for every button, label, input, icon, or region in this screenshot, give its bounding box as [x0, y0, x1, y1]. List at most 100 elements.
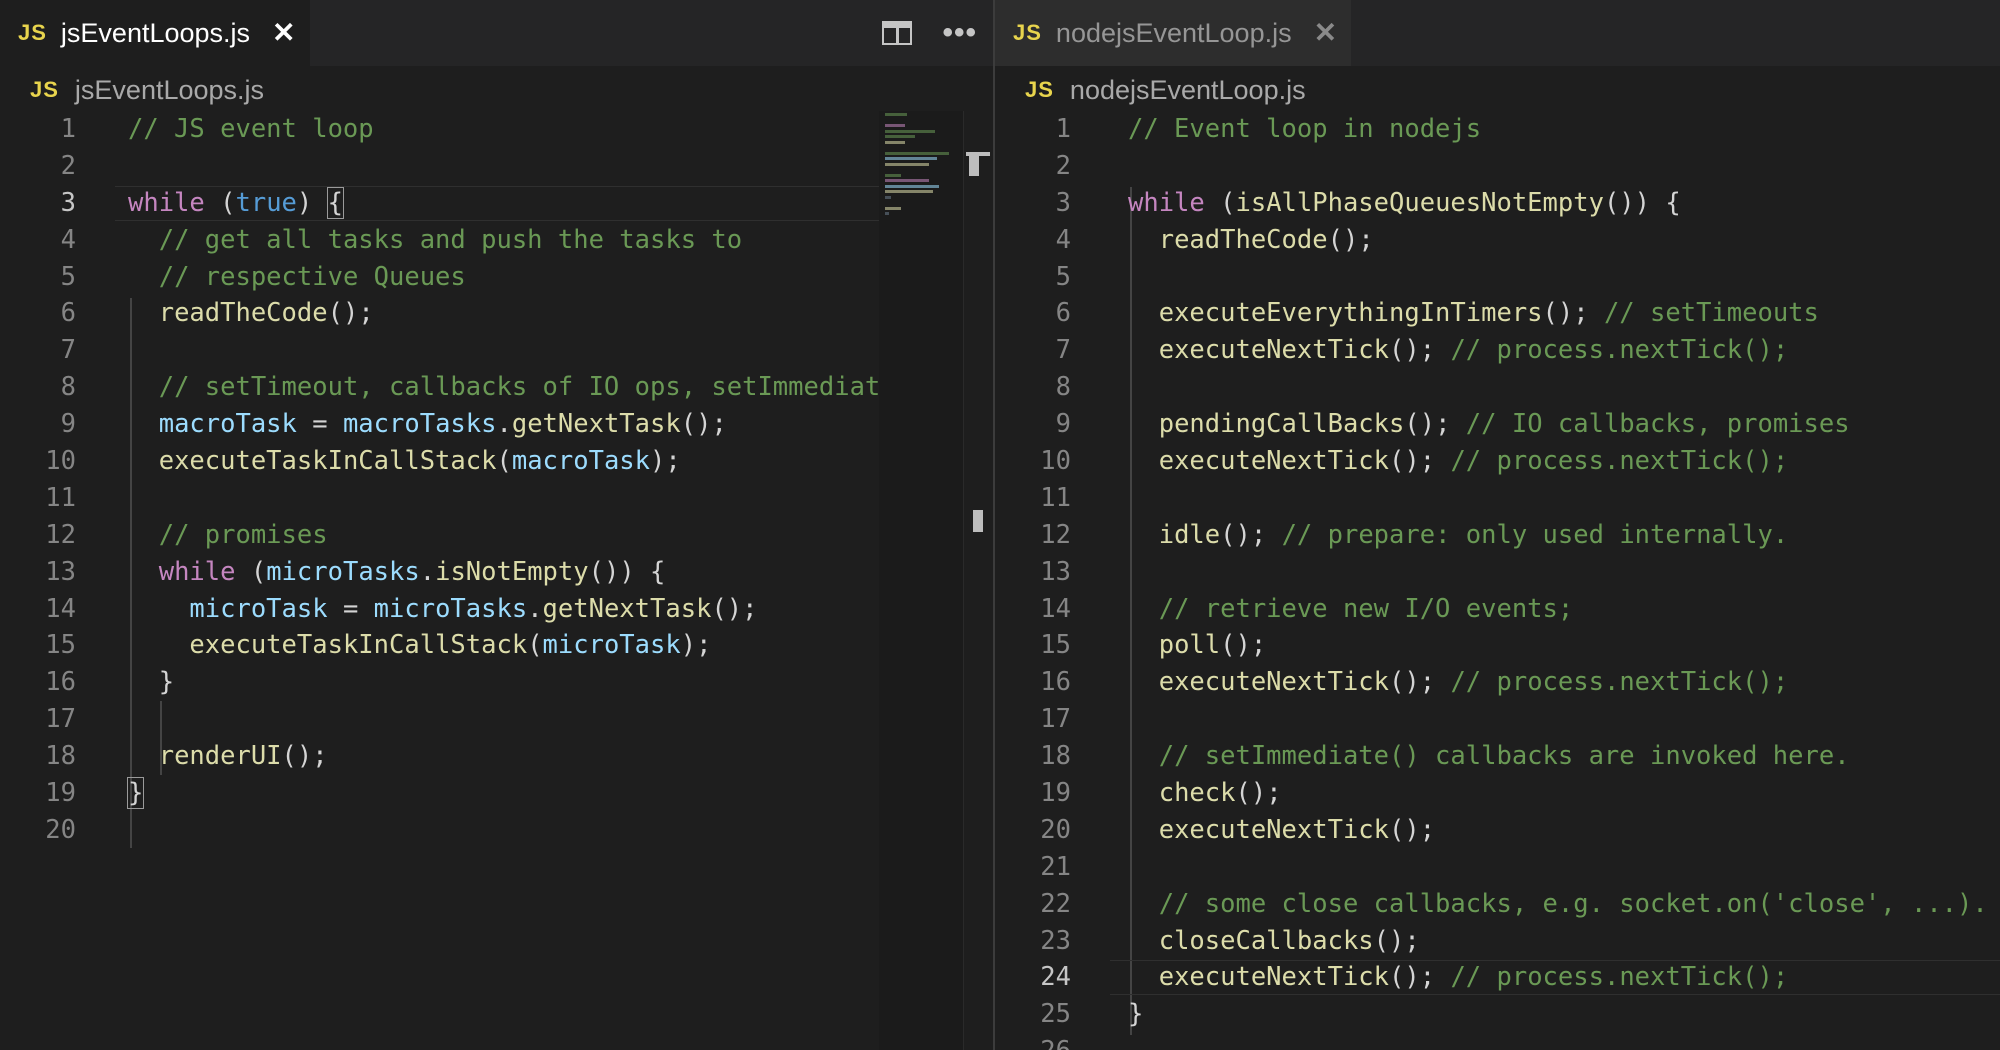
code-punct: .: [527, 593, 543, 624]
line-number: 16: [1040, 667, 1071, 698]
left-editor-group: JS jsEventLoops.js ✕ ••• JS jsEventLoops…: [0, 0, 993, 1050]
code-comment: // IO callbacks, promises: [1465, 409, 1850, 440]
code-function: isAllPhaseQueuesNotEmpty: [1235, 187, 1604, 218]
line-number: 23: [1040, 925, 1071, 956]
scrollbar-thumb[interactable]: [969, 154, 979, 176]
code-line: 21: [995, 849, 2000, 886]
line-number: 13: [1040, 556, 1071, 587]
line-number: 5: [60, 261, 76, 292]
code-punct: }: [1128, 999, 1144, 1030]
close-icon[interactable]: ✕: [272, 19, 295, 47]
line-number: 11: [1040, 482, 1071, 513]
matched-bracket: }: [126, 777, 145, 810]
breadcrumb-file[interactable]: jsEventLoops.js: [75, 75, 264, 106]
code-line: 4 // get all tasks and push the tasks to: [0, 222, 993, 259]
matched-bracket: {: [326, 186, 345, 219]
code-function: renderUI: [158, 741, 282, 772]
code-line: 13: [995, 554, 2000, 591]
close-icon[interactable]: ✕: [1314, 19, 1337, 47]
code-punct: (: [527, 630, 543, 661]
code-line: 14 microTask = microTasks.getNextTask();: [0, 591, 993, 628]
line-number: 7: [60, 335, 76, 366]
line-number: 6: [1055, 298, 1071, 329]
breadcrumb-file[interactable]: nodejsEventLoop.js: [1070, 75, 1306, 106]
tab-nodejs-event-loop[interactable]: JS nodejsEventLoop.js ✕: [995, 0, 1352, 66]
line-number: 10: [45, 446, 76, 477]
line-number: 11: [45, 482, 76, 513]
code-punct: );: [680, 630, 712, 661]
line-number: 9: [1055, 409, 1071, 440]
line-number: 1: [60, 114, 76, 144]
code-editor[interactable]: 1// JS event loop 2 3 while (true) { 4 //…: [0, 111, 993, 849]
right-editor-group: JS nodejsEventLoop.js ✕ JS nodejsEventLo…: [995, 0, 2000, 1050]
code-punct: ();: [680, 409, 727, 440]
line-number: 26: [995, 1033, 1071, 1050]
vertical-scrollbar[interactable]: [963, 111, 993, 1050]
code-line: 11: [0, 480, 993, 517]
code-line: 22 // some close callbacks, e.g. socket.…: [995, 886, 2000, 923]
minimap[interactable]: [879, 111, 963, 1050]
code-editor[interactable]: 1 // Event loop in nodejs 2 3 while (isAll…: [995, 111, 2000, 1050]
line-number: 15: [1040, 630, 1071, 661]
code-line: 14 // retrieve new I/O events;: [995, 591, 2000, 628]
line-number: 7: [1055, 335, 1071, 366]
breadcrumb: JS jsEventLoops.js: [0, 70, 993, 110]
code-punct: ()) {: [1603, 187, 1681, 218]
editor-actions: •••: [882, 0, 977, 66]
code-line: 18 // setImmediate() callbacks are invok…: [995, 738, 2000, 775]
code-keyword: while: [158, 556, 236, 587]
code-punct: ()) {: [588, 556, 666, 587]
code-variable: macroTask: [511, 446, 651, 477]
code-variable: microTask: [189, 593, 328, 624]
line-number: 2: [60, 150, 76, 181]
code-comment: // setTimeouts: [1603, 298, 1819, 329]
code-comment: // some close callbacks, e.g. socket.on(…: [1158, 888, 1988, 919]
line-number: 1: [1055, 114, 1071, 144]
code-punct: (: [204, 187, 236, 218]
code-variable: macroTask: [158, 409, 297, 440]
code-punct: ();: [1327, 224, 1374, 255]
code-comment: // promises: [158, 519, 328, 550]
line-number: 10: [1040, 446, 1071, 477]
line-number: 4: [60, 224, 76, 255]
javascript-file-icon: JS: [18, 20, 47, 45]
code-line: 6 readTheCode();: [0, 295, 993, 332]
code-line-current: 3 while (true) {: [0, 185, 993, 222]
line-number: 24: [1040, 962, 1071, 993]
code-punct: }: [158, 667, 175, 698]
code-line: 18 renderUI();: [0, 738, 993, 775]
code-line: 10 executeNextTick(); // process.nextTic…: [995, 443, 2000, 480]
tab-label: jsEventLoops.js: [60, 17, 251, 48]
code-punct: ();: [1389, 335, 1451, 366]
code-comment: // Event loop in nodejs: [1128, 114, 1482, 144]
code-comment: // process.nextTick();: [1450, 962, 1789, 993]
code-function: poll: [1158, 630, 1221, 661]
code-punct: );: [650, 446, 681, 477]
code-function: pendingCallBacks: [1158, 409, 1405, 440]
code-line: 15 executeTaskInCallStack(microTask);: [0, 627, 993, 664]
code-line: 19 check();: [995, 775, 2000, 812]
code-punct: =: [327, 593, 374, 624]
code-comment: // respective Queues: [158, 261, 466, 292]
code-line-current: 24 executeNextTick(); // process.nextTic…: [995, 959, 2000, 996]
code-line: 2: [0, 148, 993, 185]
code-punct: ): [296, 187, 328, 218]
line-number: 3: [60, 187, 76, 218]
code-punct: ();: [1220, 519, 1282, 550]
code-function: getNextTask: [511, 409, 681, 440]
code-function: isNotEmpty: [435, 556, 589, 587]
more-actions-icon[interactable]: •••: [942, 18, 977, 48]
code-function: executeTaskInCallStack: [189, 630, 528, 661]
code-keyword: while: [1128, 187, 1205, 218]
line-number: 17: [1040, 704, 1071, 735]
code-line: 1 // Event loop in nodejs: [995, 111, 2000, 148]
line-number: 16: [45, 667, 76, 698]
code-keyword: while: [128, 187, 205, 218]
line-number: 12: [1040, 519, 1071, 550]
line-number: 25: [1040, 999, 1071, 1030]
split-editor-icon[interactable]: [882, 21, 913, 45]
line-number: 19: [1040, 778, 1071, 809]
tab-js-event-loops[interactable]: JS jsEventLoops.js ✕: [0, 0, 310, 66]
code-punct: ();: [1542, 298, 1604, 329]
line-number: 18: [1040, 741, 1071, 772]
